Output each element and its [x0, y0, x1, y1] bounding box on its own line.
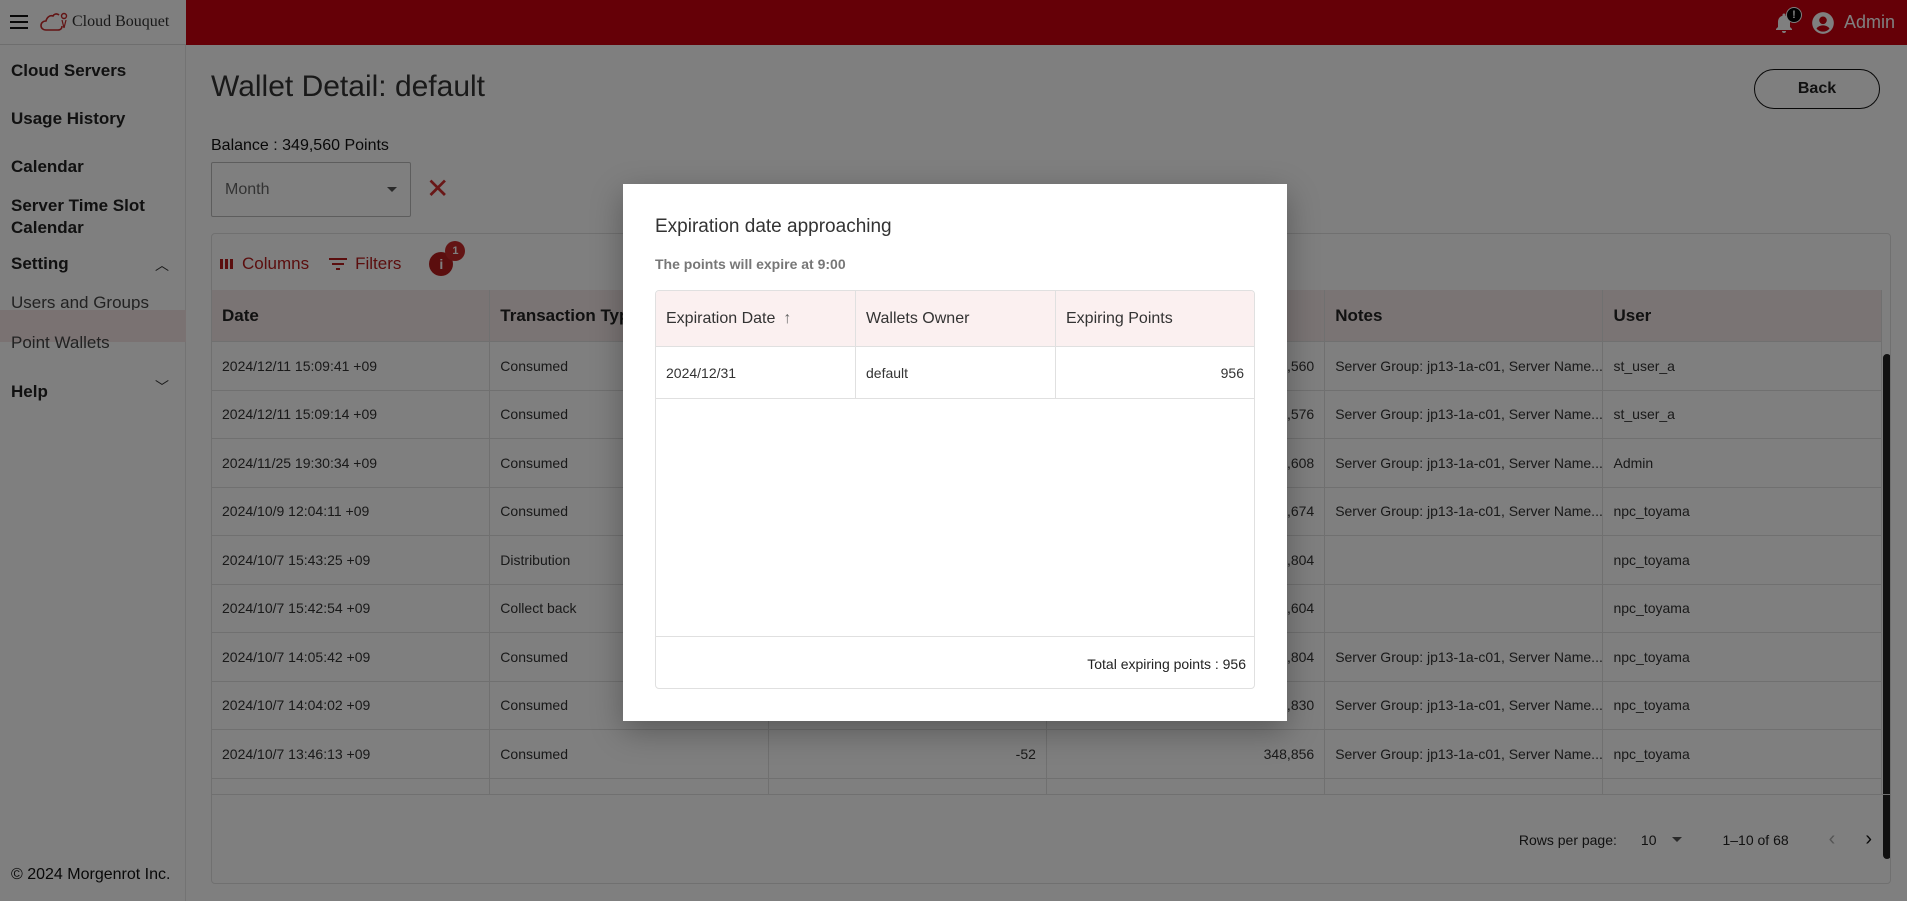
column-header-expiration-date[interactable]: Expiration Date ↑	[656, 291, 856, 346]
dialog-title: Expiration date approaching	[655, 216, 892, 237]
table-row: 2024/12/31 default 956	[656, 347, 1254, 399]
arrow-up-icon: ↑	[783, 309, 792, 327]
cell-wallets-owner: default	[856, 347, 1056, 398]
expiring-points-table: Expiration Date ↑ Wallets Owner Expiring …	[655, 290, 1255, 689]
cell-expiring-points: 956	[1220, 364, 1244, 381]
cell-expiration-date: 2024/12/31	[656, 347, 856, 398]
expiration-dialog: Expiration date approaching The points w…	[623, 184, 1287, 721]
total-expiring-points: Total expiring points : 956	[656, 636, 1254, 688]
column-header-label: Expiration Date	[666, 309, 776, 327]
dialog-subtitle: The points will expire at 9:00	[655, 256, 846, 272]
column-header-wallets-owner[interactable]: Wallets Owner	[856, 291, 1056, 346]
column-header-expiring-points[interactable]: Expiring Points	[1056, 291, 1254, 346]
